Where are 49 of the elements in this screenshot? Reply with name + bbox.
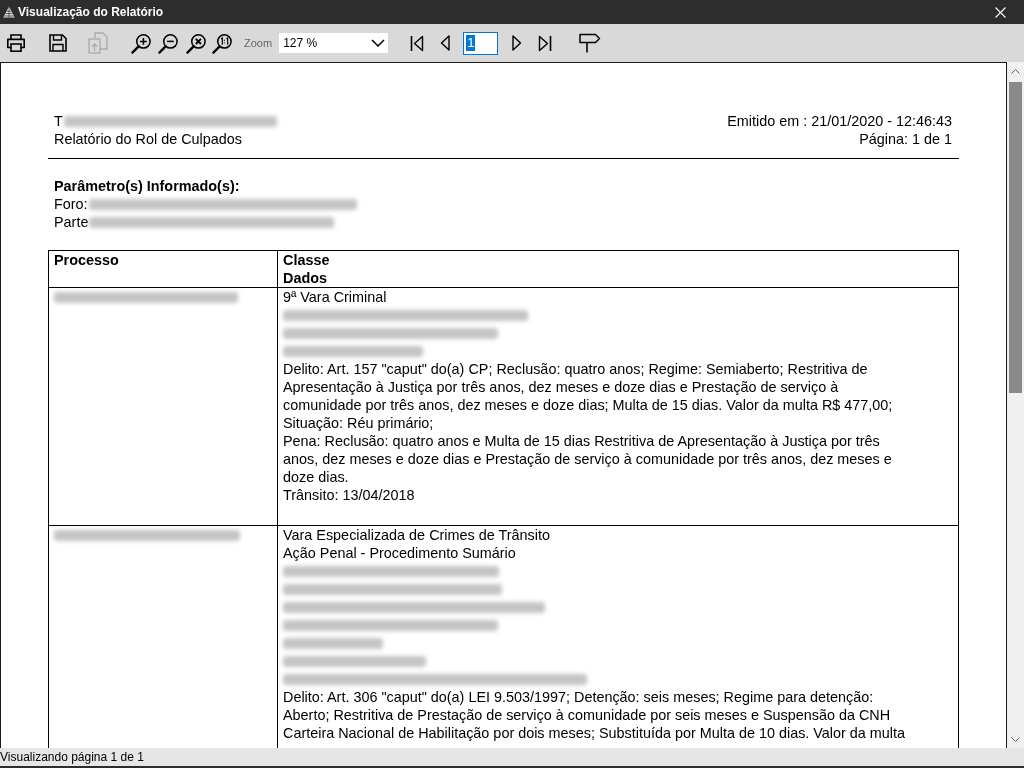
report-title: Relatório do Rol de Culpados — [54, 130, 242, 148]
zoom-fit-button[interactable] — [184, 31, 208, 55]
page-number-field[interactable]: 1 — [463, 31, 499, 55]
column-header: Processo — [54, 251, 119, 269]
cell-text: Vara Especializada de Crimes de Trânsito — [283, 526, 550, 544]
actual-size-button[interactable] — [210, 31, 234, 55]
signpost-icon — [579, 33, 602, 53]
cell-text: Delito: Art. 157 "caput" do(a) CP; Reclusão: quatro anos; Regime: Semiaberto; Restritiva de Apresentação à Justiça por três anos, dez meses e doze dias e Prestação de serviço à comunidade por três anos, dez meses e doze dias; Multa de 15 dias. Valor da multa R$ 477,00; — [283, 360, 894, 414]
close-icon — [995, 6, 1006, 18]
zoom-label: Zoom — [244, 37, 273, 49]
cell-text: Trânsito: 13/04/2018 — [283, 486, 415, 504]
documents-arrow-icon — [88, 32, 108, 54]
magnifier-plus-icon — [130, 32, 152, 54]
zoom-in-button[interactable] — [129, 31, 153, 55]
cell-text: 9ª Vara Criminal — [283, 288, 387, 306]
column-header: Classe — [283, 251, 330, 269]
left-triangle-icon — [440, 35, 451, 51]
column-header: Dados — [283, 269, 327, 287]
scrollbar-thumb[interactable] — [1009, 82, 1022, 393]
printer-icon — [6, 34, 26, 52]
signpost-button[interactable] — [578, 31, 603, 55]
issue-date: Emitido em : 21/01/2020 - 12:46:43 — [727, 112, 952, 130]
cell-text: Pena: Reclusão: quatro anos e Multa de 15 dias Restritiva de Apresentação à Justiça por três anos, dez meses e doze dias e Prestação de serviço à comunidade por três anos, dez meses e doze dias. — [283, 432, 893, 486]
parameter-label: Parte — [54, 213, 89, 231]
status-text: Visualizando página 1 de 1 — [0, 750, 144, 764]
striped-triangle-icon — [3, 6, 15, 18]
chevron-down-icon — [371, 39, 386, 47]
right-triangle-bar-icon — [538, 34, 553, 52]
chevron-up-icon — [1011, 69, 1020, 74]
header-text: T — [54, 112, 63, 130]
scrollbar[interactable] — [1007, 62, 1024, 748]
close-button[interactable] — [995, 6, 1006, 18]
zoom-combobox[interactable]: 127 % — [279, 33, 389, 53]
page-count: Página: 1 de 1 — [859, 130, 952, 148]
bar-left-triangle-icon — [410, 34, 425, 52]
cell-text: Ação Penal - Procedimento Sumário — [283, 544, 516, 562]
right-triangle-icon — [512, 35, 523, 51]
zoom-out-button[interactable] — [156, 31, 180, 55]
cell-text: Delito: Art. 306 "caput" do(a) LEI 9.503/1997; Detenção: seis meses; Regime para detenção: Aberto; Restritiva de Prestação de serviço à comunidade por seis meses e Suspensão da CNH Carteira Nacional de Habilitação por dois meses; Substituída por Multa de 10 dias. Valor da multa — [283, 688, 907, 742]
save-button[interactable] — [46, 31, 70, 55]
parameters-heading: Parâmetro(s) Informado(s): — [54, 177, 240, 195]
chevron-down-icon — [1011, 737, 1020, 742]
magnifier-minus-icon — [157, 32, 179, 54]
print-button[interactable] — [4, 31, 28, 55]
window-title: Visualização do Relatório — [18, 5, 164, 19]
magnifier-x-icon — [185, 32, 207, 54]
parameter-label: Foro: — [54, 195, 88, 213]
cell-text: Situação: Réu primário; — [283, 414, 434, 432]
magnifier-one-to-one-icon — [211, 32, 233, 54]
